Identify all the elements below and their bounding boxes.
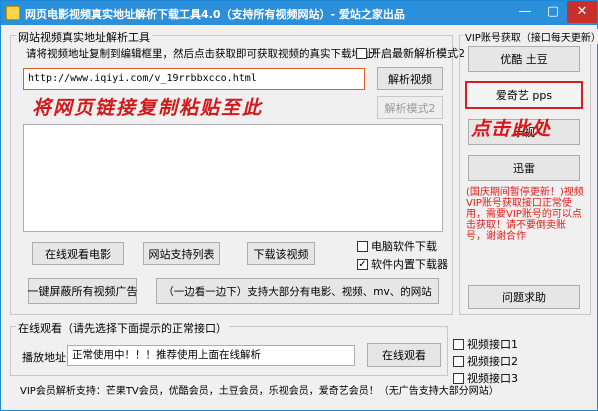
builtin-downloader-checkbox-box[interactable]: ✓ — [357, 258, 368, 270]
window-title: 网页电影视频真实地址解析下载工具4.0（支持所有视频网站）- 爱站之家出品 — [25, 8, 405, 21]
block-ads-button[interactable]: 一键屏蔽所有视频广告 — [28, 278, 138, 304]
watch-online-button[interactable]: 在线观看 — [367, 343, 441, 367]
pc-download-checkbox-box[interactable] — [357, 240, 368, 252]
xunlei-button[interactable]: 迅雷 — [468, 155, 580, 181]
parse-instruction: 请将视频地址复制到编辑框里，然后点击获取即可获取视频的真实下载地址！ — [26, 48, 383, 60]
interface1-checkbox[interactable]: 视频接口1 — [453, 336, 518, 352]
play-address-label: 播放地址: — [22, 351, 70, 364]
pc-download-checkbox-label: 电脑软件下载 — [371, 240, 437, 253]
vip-support-footer: VIP会员解析支持：芒果TV会员，优酷会员，土豆会员，乐视会员，爱奇艺会员！（无… — [20, 386, 499, 397]
interface1-checkbox-label: 视频接口1 — [467, 338, 518, 351]
online-group-title: 在线观看（请先选择下面提示的正常接口） — [16, 320, 229, 336]
youku-tudou-button[interactable]: 优酷 土豆 — [468, 46, 580, 72]
interface1-checkbox-box[interactable] — [453, 338, 464, 350]
dual-play-button[interactable]: （一边看一边下）支持大部分有电影、视频、mv、的网站 — [156, 278, 439, 304]
parse-mode2-button[interactable]: 解析模式2 — [377, 96, 443, 119]
builtin-downloader-checkbox-label: 软件内置下载器 — [371, 258, 448, 271]
download-video-button[interactable]: 下载该视频 — [247, 242, 315, 265]
minimize-button[interactable]: — — [511, 1, 539, 23]
new-mode-checkbox-box[interactable] — [356, 47, 367, 59]
vip-group-title: VIP账号获取（接口每天更新） — [463, 29, 598, 44]
click-here-overlay: 点击此处 — [471, 118, 552, 140]
iqiyi-pps-button[interactable]: 爱奇艺 pps — [465, 81, 583, 109]
play-address-field[interactable]: 正常使用中！！！推荐使用上面在线解析 — [67, 345, 355, 366]
app-window: 网页电影视频真实地址解析下载工具4.0（支持所有视频网站）- 爱站之家出品 — … — [0, 0, 598, 411]
pc-download-checkbox[interactable]: 电脑软件下载 — [357, 238, 437, 254]
result-textarea[interactable] — [23, 124, 443, 232]
maximize-button[interactable]: ▢ — [539, 1, 567, 23]
interface2-checkbox-label: 视频接口2 — [467, 355, 518, 368]
new-mode-checkbox[interactable]: 开启最新解析模式2 — [356, 45, 465, 61]
new-mode-checkbox-label: 开启最新解析模式2 — [370, 47, 465, 60]
builtin-downloader-checkbox[interactable]: ✓ 软件内置下载器 — [357, 256, 448, 272]
app-logo-icon — [6, 6, 20, 20]
parse-group-title: 网站视频真实地址解析工具 — [16, 29, 152, 45]
close-button[interactable]: ✕ — [567, 1, 597, 23]
interface2-checkbox-box[interactable] — [453, 355, 464, 367]
parse-video-button[interactable]: 解析视频 — [377, 67, 443, 90]
help-button[interactable]: 问题求助 — [468, 285, 580, 309]
vip-notice: (国庆期间暂停更新！)视频VIP账号获取接口正常使用，需要VIP账号的可以点击获… — [466, 187, 584, 242]
title-bar[interactable]: 网页电影视频真实地址解析下载工具4.0（支持所有视频网站）- 爱站之家出品 — … — [1, 1, 597, 25]
watch-online-movie-button[interactable]: 在线观看电影 — [32, 242, 124, 265]
video-url-input[interactable]: http://www.iqiyi.com/v_19rrbbxcco.html — [23, 68, 365, 90]
interface2-checkbox[interactable]: 视频接口2 — [453, 353, 518, 369]
supported-sites-button[interactable]: 网站支持列表 — [143, 242, 220, 265]
paste-hint-overlay: 将网页链接复制粘贴至此 — [32, 97, 264, 119]
